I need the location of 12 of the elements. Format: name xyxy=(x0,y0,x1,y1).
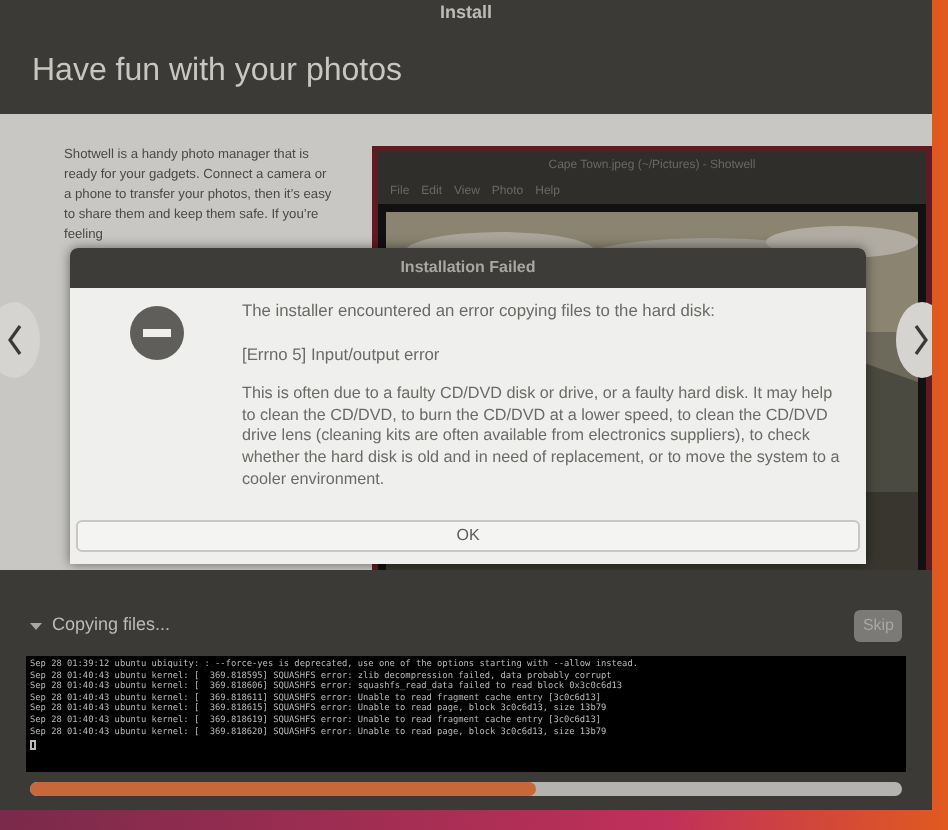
expander-icon[interactable] xyxy=(30,620,42,632)
window-title: Install xyxy=(439,0,492,27)
error-code: [Errno 5] Input/output error xyxy=(242,341,442,367)
error-icon xyxy=(129,306,183,360)
progress-label: Copying files... xyxy=(52,612,171,639)
error-details: This is often due to a faulty CD/DVD disk or drive, or a faulty hard disk. It may help to clean the CD/DVD, to burn the CD/DVD at a lower speed, to clean the CD/DVD drive lens (cleaning kits are often available from electronics suppliers), to check whether the hard disk is old and in need of replacement, or to move the system to a cooler environment. xyxy=(242,384,842,491)
previous-slide-button[interactable] xyxy=(0,302,40,378)
error-message: The installer encountered an error copying files to the hard disk: xyxy=(242,298,717,324)
dialog-title: Installation Failed xyxy=(400,256,536,280)
slide-heading: Have fun with your photos xyxy=(32,51,402,91)
ok-button[interactable]: OK xyxy=(76,520,860,552)
terminal-cursor xyxy=(30,740,36,751)
